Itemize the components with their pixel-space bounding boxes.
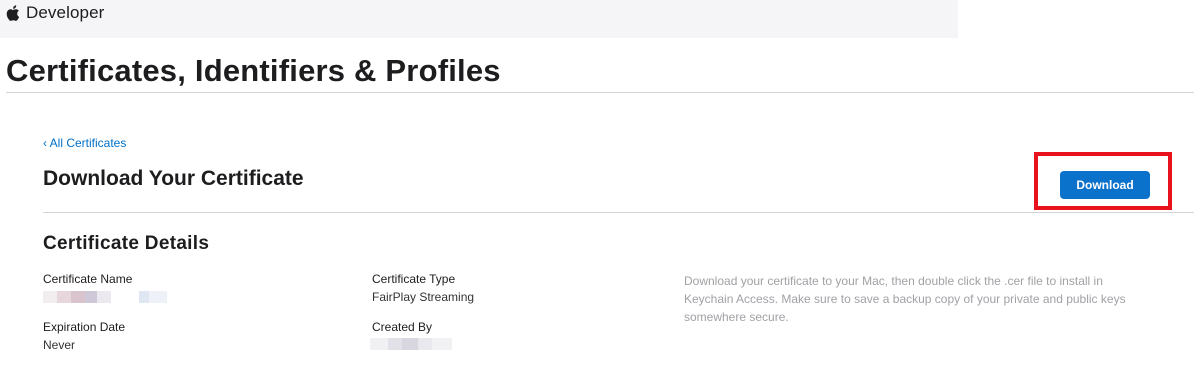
certificate-type-value: FairPlay Streaming	[372, 290, 475, 304]
developer-brand[interactable]: Developer	[6, 3, 104, 23]
certificate-type-label: Certificate Type	[372, 272, 456, 286]
brand-label: Developer	[26, 3, 105, 22]
certificate-details-title: Certificate Details	[43, 233, 210, 254]
all-certificates-link[interactable]: ‹ All Certificates	[43, 136, 126, 150]
apple-icon	[6, 5, 20, 21]
expiration-date-value: Never	[43, 338, 76, 352]
created-by-label: Created By	[372, 320, 433, 334]
download-button[interactable]: Download	[1060, 171, 1150, 199]
section-divider	[43, 212, 1194, 213]
title-divider	[6, 92, 1194, 93]
created-by-redacted	[370, 338, 452, 350]
page-title: Certificates, Identifiers & Profiles	[6, 53, 501, 88]
section-title: Download Your Certificate	[43, 167, 304, 190]
expiration-date-label: Expiration Date	[43, 320, 126, 334]
top-bar: Developer	[0, 0, 958, 38]
certificate-name-label: Certificate Name	[43, 272, 133, 286]
download-instructions: Download your certificate to your Mac, t…	[684, 274, 1126, 324]
certificate-name-redacted	[43, 291, 167, 303]
